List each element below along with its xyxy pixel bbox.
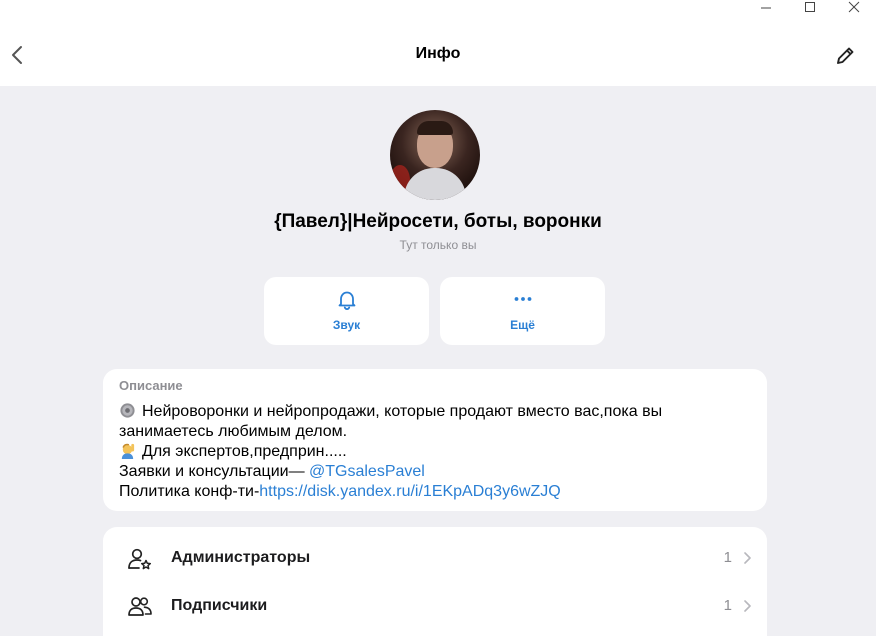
avatar-shoulders [404, 168, 466, 200]
description-line-2: занимаетесь любимым делом. [119, 423, 348, 440]
avatar-hair [417, 121, 453, 135]
sound-label: Звук [332, 318, 361, 332]
members-card: Администраторы 1 Подписчики 1 [103, 527, 767, 636]
top-bar: Инфо [0, 0, 876, 86]
more-label: Ещё [510, 318, 535, 332]
page-title: Инфо [415, 45, 461, 62]
chevron-right-icon [744, 600, 751, 612]
minimize-button[interactable] [744, 0, 788, 16]
channel-name: {Павел}|Нейросети, боты, воронки [274, 211, 602, 232]
close-window-button[interactable] [832, 0, 876, 16]
channel-subtitle: Тут только вы [399, 238, 477, 252]
close-icon [848, 1, 860, 13]
sound-button[interactable]: Звук [264, 277, 429, 345]
list-item-subscribers[interactable]: Подписчики 1 [103, 582, 767, 630]
description-title: Описание [119, 378, 183, 393]
gear-emoji-icon [120, 403, 135, 418]
description-line-5: Политика конф-ти-https://disk.yandex.ru/… [119, 483, 561, 500]
description-card: Описание Нейроворонки и нейропродажи, ко… [103, 369, 767, 511]
bell-icon [338, 291, 355, 311]
users-icon [128, 597, 152, 616]
minimize-icon [761, 7, 771, 9]
username-link[interactable]: @TGsalesPavel [309, 463, 425, 480]
description-line-4: Заявки и консультации— @TGsalesPavel [119, 463, 425, 480]
subscribers-label: Подписчики [171, 597, 268, 614]
person-raising-hand-emoji-icon [121, 443, 135, 459]
pencil-icon [837, 47, 854, 64]
list-item-administrators[interactable]: Администраторы 1 [103, 534, 767, 582]
subscribers-count: 1 [723, 597, 732, 614]
maximize-button[interactable] [788, 0, 832, 16]
channel-avatar[interactable] [390, 110, 480, 200]
window-controls [744, 0, 876, 16]
description-line-3: Для экспертов,предприн..... [119, 442, 749, 462]
more-button[interactable]: Ещё [440, 277, 605, 345]
ellipsis-icon [514, 297, 531, 301]
administrators-count: 1 [723, 549, 732, 566]
administrators-label: Администраторы [171, 549, 311, 566]
privacy-policy-link[interactable]: https://disk.yandex.ru/i/1EKpADq3y6wZJQ [259, 483, 560, 500]
description-body: Нейроворонки и нейропродажи, которые про… [119, 402, 749, 502]
chevron-right-icon [744, 552, 751, 564]
admin-star-icon [128, 548, 152, 570]
maximize-icon [805, 2, 815, 12]
edit-button[interactable] [834, 45, 856, 67]
description-line-1: Нейроворонки и нейропродажи, которые про… [119, 402, 749, 422]
